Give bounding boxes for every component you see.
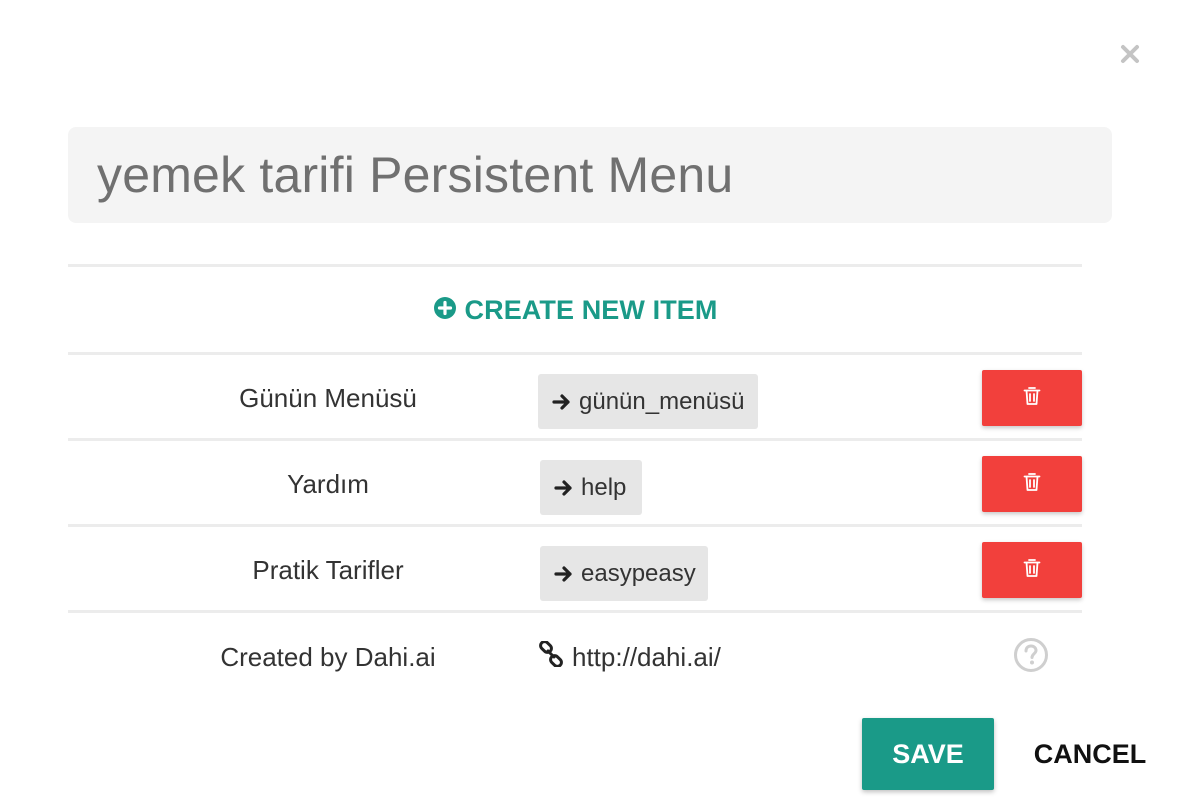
menu-item-label: Pratik Tarifler xyxy=(252,555,404,585)
save-button[interactable]: SAVE xyxy=(862,718,994,790)
menu-item-payload[interactable]: günün_menüsü xyxy=(538,374,758,429)
menu-item-payload[interactable]: easypeasy xyxy=(540,546,708,601)
link-icon xyxy=(538,639,564,674)
menu-item-payload-text: easypeasy xyxy=(581,559,696,587)
create-new-item-button[interactable]: CREATE NEW ITEM xyxy=(433,295,718,326)
trash-icon xyxy=(1023,386,1041,411)
menu-item-payload-text: help xyxy=(581,473,627,501)
divider xyxy=(68,610,1082,613)
create-new-item-label: CREATE NEW ITEM xyxy=(464,295,718,325)
menu-item-label: Günün Menüsü xyxy=(239,383,417,413)
arrow-right-icon xyxy=(552,392,572,412)
menu-item-payload[interactable]: help xyxy=(540,460,642,515)
menu-item-row: Pratik Tarifler easypeasy xyxy=(68,527,1082,613)
delete-item-button[interactable] xyxy=(982,370,1082,426)
website-link-text: http://dahi.ai/ xyxy=(572,641,721,672)
divider xyxy=(68,264,1082,267)
menu-item-payload-text: günün_menüsü xyxy=(579,387,745,415)
delete-item-button[interactable] xyxy=(982,542,1082,598)
menu-item-row: Yardım help xyxy=(68,441,1082,527)
arrow-right-icon xyxy=(554,478,574,498)
question-circle-icon[interactable] xyxy=(1013,637,1049,673)
menu-title-input[interactable]: yemek tarifi Persistent Menu xyxy=(68,127,1112,223)
menu-item-row: Günün Menüsü günün_menüsü xyxy=(68,355,1082,441)
create-row: CREATE NEW ITEM xyxy=(68,268,1082,353)
cancel-button[interactable]: CANCEL xyxy=(1020,718,1160,790)
created-by-label: Created by Dahi.ai xyxy=(220,642,436,672)
arrow-right-icon xyxy=(554,564,574,584)
menu-title: yemek tarifi Persistent Menu xyxy=(97,147,734,203)
website-link[interactable]: http://dahi.ai/ xyxy=(538,614,721,700)
close-icon[interactable] xyxy=(1116,40,1144,68)
delete-item-button[interactable] xyxy=(982,456,1082,512)
trash-icon xyxy=(1023,558,1041,583)
trash-icon xyxy=(1023,472,1041,497)
menu-item-label: Yardım xyxy=(287,469,369,499)
plus-circle-icon xyxy=(433,296,457,325)
